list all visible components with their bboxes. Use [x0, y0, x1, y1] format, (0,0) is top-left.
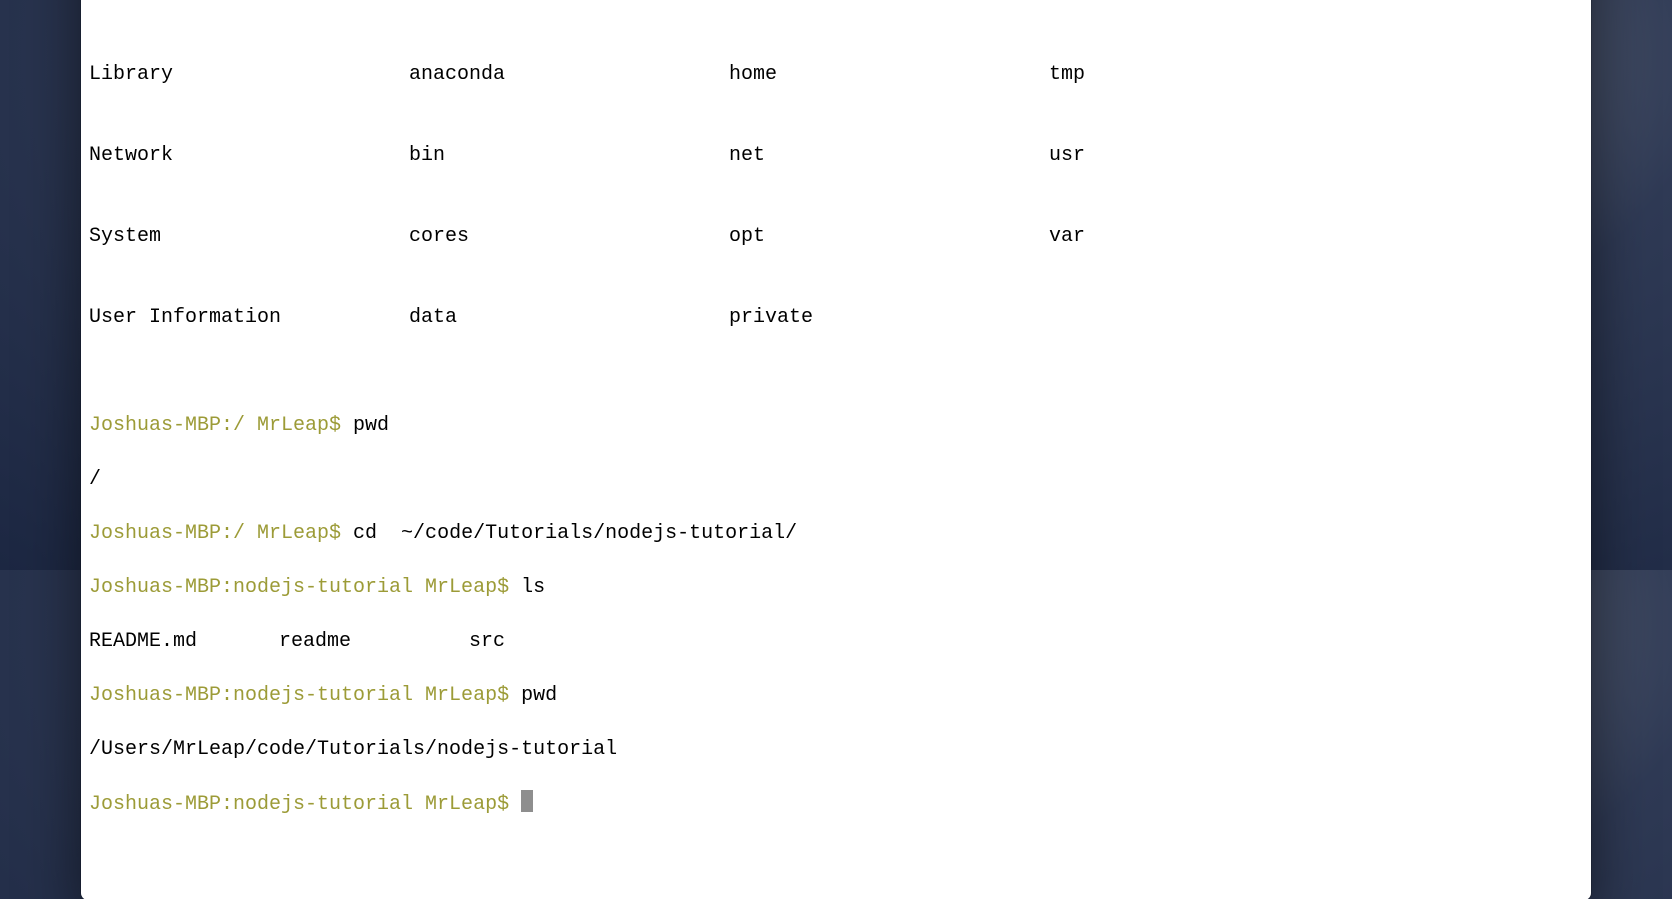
- ls-item: private: [729, 304, 1049, 331]
- ls-item: var: [1049, 223, 1369, 250]
- cursor: [521, 790, 533, 812]
- prompt: Joshuas-MBP:nodejs-tutorial MrLeap$: [89, 576, 509, 599]
- ls-output: Applications DevTools Library Network Sy…: [89, 0, 1583, 385]
- ls-item: tmp: [1049, 61, 1369, 88]
- ls-item: data: [409, 304, 729, 331]
- ls-item: etc: [729, 0, 1049, 7]
- ls-item: Volumes: [409, 0, 729, 7]
- command-text: pwd: [509, 684, 557, 707]
- pwd-output: /Users/MrLeap/code/Tutorials/nodejs-tuto…: [89, 736, 1583, 763]
- ls-item: DevTools: [89, 0, 409, 7]
- ls-item: System: [89, 223, 409, 250]
- ls-item: anaconda: [409, 61, 729, 88]
- ls-item: home: [729, 61, 1049, 88]
- terminal-window: nodejs-tutorial — bash — 115×17 Joshuas-…: [81, 0, 1591, 899]
- prompt: Joshuas-MBP:nodejs-tutorial MrLeap$: [89, 793, 509, 816]
- ls-item: usr: [1049, 142, 1369, 169]
- ls-item: net: [729, 142, 1049, 169]
- ls-col: Applications DevTools Library Network Sy…: [89, 0, 409, 385]
- prompt: Joshuas-MBP:nodejs-tutorial MrLeap$: [89, 684, 509, 707]
- command-text: cd ~/code/Tutorials/nodejs-tutorial/: [341, 522, 797, 545]
- command-text: pwd: [341, 414, 389, 437]
- ls-item: bin: [409, 142, 729, 169]
- ls-col: Users Volumes anaconda bin cores data: [409, 0, 729, 385]
- ls-item: README.md: [89, 628, 279, 655]
- ls-item: src: [469, 628, 659, 655]
- terminal-line: Joshuas-MBP:nodejs-tutorial MrLeap$: [89, 790, 1583, 818]
- terminal-body[interactable]: Joshuas-MBP:nodejs-tutorial MrLeap$ cd /…: [81, 0, 1591, 899]
- command-text: ls: [509, 576, 545, 599]
- ls-item: readme: [279, 628, 469, 655]
- ls-output: README.md readme src: [89, 628, 1583, 655]
- terminal-line: Joshuas-MBP:/ MrLeap$ cd ~/code/Tutorial…: [89, 520, 1583, 547]
- ls-item: sbin: [1049, 0, 1369, 7]
- ls-col: recovery-backup sbin tmp usr var: [1049, 0, 1369, 385]
- prompt: Joshuas-MBP:/ MrLeap$: [89, 414, 341, 437]
- ls-item: Library: [89, 61, 409, 88]
- command-text: [509, 793, 521, 816]
- ls-item: opt: [729, 223, 1049, 250]
- terminal-line: Joshuas-MBP:nodejs-tutorial MrLeap$ ls: [89, 574, 1583, 601]
- prompt: Joshuas-MBP:/ MrLeap$: [89, 522, 341, 545]
- terminal-line: Joshuas-MBP:nodejs-tutorial MrLeap$ pwd: [89, 682, 1583, 709]
- ls-item: User Information: [89, 304, 409, 331]
- ls-item: Network: [89, 142, 409, 169]
- ls-col: dev etc home net opt private: [729, 0, 1049, 385]
- ls-item: cores: [409, 223, 729, 250]
- terminal-line: Joshuas-MBP:/ MrLeap$ pwd: [89, 412, 1583, 439]
- pwd-output: /: [89, 466, 1583, 493]
